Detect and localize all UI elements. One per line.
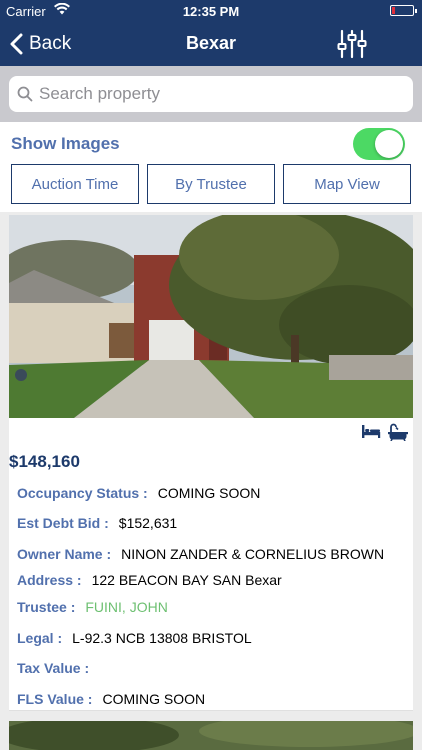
- show-images-toggle[interactable]: [353, 128, 405, 160]
- fls-value: COMING SOON: [102, 691, 206, 707]
- tax-row: Tax Value :: [17, 660, 99, 676]
- trustee-row: Trustee : FUINI, JOHN: [17, 599, 168, 615]
- search-input[interactable]: [39, 84, 379, 104]
- battery-icon: [390, 5, 417, 16]
- filter-button[interactable]: [336, 28, 368, 60]
- next-property-card[interactable]: [9, 721, 413, 750]
- legal-row: Legal : L-92.3 NCB 13808 BRISTOL: [17, 630, 252, 646]
- bed-icon: [362, 425, 381, 438]
- owner-label: Owner Name :: [17, 546, 112, 562]
- amenities: [361, 423, 409, 441]
- toggle-knob: [375, 130, 403, 158]
- by-trustee-button[interactable]: By Trustee: [147, 164, 275, 204]
- trustee-label: Trustee :: [17, 599, 76, 615]
- property-photo[interactable]: [9, 215, 413, 418]
- fls-label: FLS Value :: [17, 691, 93, 707]
- map-view-button[interactable]: Map View: [283, 164, 411, 204]
- fls-row: FLS Value : COMING SOON: [17, 691, 205, 707]
- property-price: $148,160: [9, 452, 80, 471]
- address-row: Address : 122 BEACON BAY SAN Bexar: [17, 572, 282, 588]
- auction-time-button[interactable]: Auction Time: [11, 164, 139, 204]
- status-bar: Carrier 12:35 PM: [0, 0, 422, 22]
- search-bar: [0, 66, 422, 122]
- sliders-icon: [337, 29, 367, 59]
- back-label: Back: [29, 33, 72, 54]
- debt-row: Est Debt Bid : $152,631: [17, 515, 177, 531]
- legal-value: L-92.3 NCB 13808 BRISTOL: [72, 630, 252, 646]
- occupancy-value: COMING SOON: [157, 485, 261, 501]
- legal-label: Legal :: [17, 630, 63, 646]
- owner-row: Owner Name : NINON ZANDER & CORNELIUS BRO…: [17, 546, 384, 562]
- debt-label: Est Debt Bid :: [17, 515, 109, 531]
- navigation-bar: Back Bexar: [0, 22, 422, 66]
- owner-value: NINON ZANDER & CORNELIUS BROWN: [121, 546, 385, 562]
- tax-label: Tax Value :: [17, 660, 90, 676]
- search-box[interactable]: [9, 76, 413, 112]
- back-button[interactable]: Back: [10, 30, 71, 58]
- bathtub-icon: [388, 423, 408, 441]
- list-controls: Show Images Auction Time By Trustee Map …: [0, 122, 422, 212]
- address-label: Address :: [17, 572, 82, 588]
- search-icon: [17, 86, 33, 102]
- trustee-value[interactable]: FUINI, JOHN: [85, 599, 167, 615]
- clock: 12:35 PM: [182, 4, 240, 19]
- occupancy-row: Occupancy Status : COMING SOON: [17, 485, 260, 501]
- occupancy-label: Occupancy Status :: [17, 485, 148, 501]
- property-card[interactable]: $148,160 Occupancy Status : COMING SOON E…: [9, 215, 413, 711]
- divider: [9, 710, 413, 711]
- chevron-left-icon: [10, 33, 23, 55]
- address-value: 122 BEACON BAY SAN Bexar: [91, 572, 282, 588]
- debt-value: $152,631: [118, 515, 178, 531]
- show-images-label: Show Images: [11, 134, 120, 153]
